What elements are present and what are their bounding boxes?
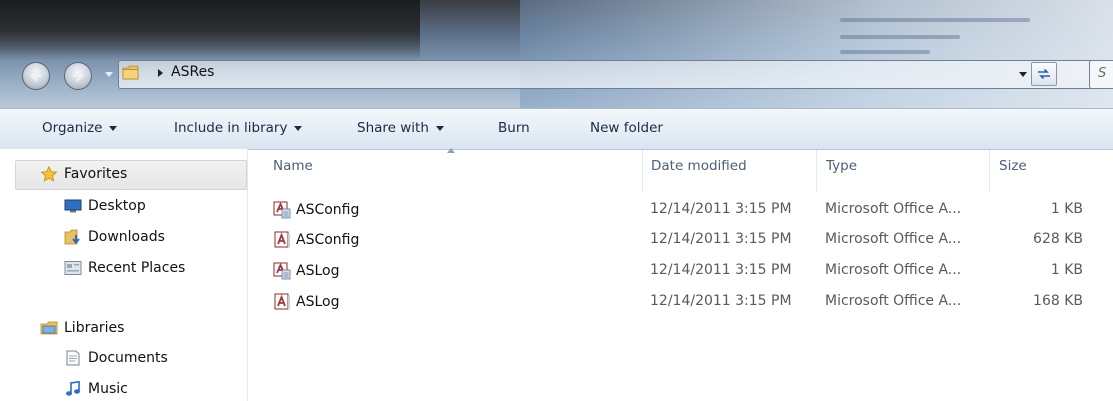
file-size: 168 KB — [1033, 293, 1083, 309]
explorer-window: ASRes S Organize Include in library Shar… — [0, 0, 1113, 401]
recent-places-icon — [64, 261, 82, 275]
nav-libraries[interactable]: Libraries — [40, 320, 124, 336]
nav-item-desktop[interactable]: Desktop — [64, 198, 146, 214]
file-type: Microsoft Office A... — [825, 293, 962, 309]
column-header-type[interactable]: Type — [826, 158, 857, 174]
file-type: Microsoft Office A... — [825, 262, 962, 278]
share-with-menu[interactable]: Share with — [357, 120, 444, 136]
include-in-library-label: Include in library — [174, 120, 288, 136]
forward-button[interactable] — [64, 62, 92, 90]
breadcrumb-item-asres[interactable]: ASRes — [171, 64, 214, 80]
file-size: 1 KB — [1050, 201, 1083, 217]
column-header-name[interactable]: Name — [273, 158, 313, 174]
arrow-left-icon — [30, 70, 41, 82]
access-shortcut-icon — [273, 262, 291, 280]
organize-menu[interactable]: Organize — [42, 120, 118, 136]
star-icon — [40, 166, 58, 182]
music-icon — [66, 381, 80, 396]
file-date: 12/14/2011 3:15 PM — [650, 293, 792, 309]
file-type: Microsoft Office A... — [825, 231, 962, 247]
file-date: 12/14/2011 3:15 PM — [650, 231, 792, 247]
file-date: 12/14/2011 3:15 PM — [650, 262, 792, 278]
access-shortcut-icon — [273, 201, 291, 219]
command-bar: Organize Include in library Share with B… — [0, 108, 1113, 150]
nav-item-documents[interactable]: Documents — [64, 350, 168, 366]
recent-pages-dropdown-icon[interactable] — [105, 72, 113, 77]
nav-item-recent-places[interactable]: Recent Places — [64, 260, 185, 276]
nav-item-label: Recent Places — [88, 260, 186, 276]
arrow-right-icon — [73, 70, 84, 82]
documents-icon — [66, 350, 80, 366]
address-bar[interactable] — [118, 60, 1113, 89]
column-divider[interactable] — [989, 150, 990, 192]
refresh-icon — [1038, 68, 1050, 80]
file-row[interactable]: ASConfig 12/14/2011 3:15 PM Microsoft Of… — [265, 196, 1113, 225]
desktop-icon — [64, 199, 82, 213]
file-name: ASConfig — [296, 232, 360, 248]
nav-item-label: Downloads — [88, 229, 165, 245]
nav-item-label: Desktop — [88, 198, 146, 214]
file-size: 1 KB — [1050, 262, 1083, 278]
new-folder-button[interactable]: New folder — [590, 120, 663, 136]
access-database-icon — [274, 231, 290, 248]
column-header-size[interactable]: Size — [999, 158, 1027, 174]
back-button[interactable] — [22, 62, 50, 90]
nav-libraries-label: Libraries — [64, 320, 125, 336]
chevron-down-icon — [294, 125, 303, 131]
sort-ascending-icon — [447, 148, 455, 153]
column-header-date-modified[interactable]: Date modified — [651, 158, 747, 174]
file-row[interactable]: ASConfig 12/14/2011 3:15 PM Microsoft Of… — [265, 226, 1113, 255]
column-divider[interactable] — [816, 150, 817, 192]
access-database-icon — [274, 293, 290, 310]
chevron-down-icon — [109, 125, 118, 131]
refresh-button[interactable] — [1031, 62, 1057, 86]
file-date: 12/14/2011 3:15 PM — [650, 201, 792, 217]
file-row[interactable]: ASLog 12/14/2011 3:15 PM Microsoft Offic… — [265, 257, 1113, 286]
nav-item-label: Documents — [88, 350, 168, 366]
file-name: ASLog — [296, 263, 340, 279]
file-name: ASConfig — [296, 202, 360, 218]
burn-button[interactable]: Burn — [498, 120, 530, 136]
title-bar-glass — [0, 0, 1113, 108]
breadcrumb-chevron-icon[interactable] — [158, 69, 163, 77]
nav-item-label: Music — [88, 381, 128, 397]
search-placeholder: S — [1098, 66, 1107, 81]
libraries-icon — [40, 321, 58, 335]
file-name: ASLog — [296, 294, 340, 310]
organize-label: Organize — [42, 120, 103, 136]
file-type: Microsoft Office A... — [825, 201, 962, 217]
address-dropdown-icon[interactable] — [1019, 72, 1027, 77]
chevron-down-icon — [435, 125, 444, 131]
downloads-folder-icon — [64, 229, 80, 245]
folder-icon — [122, 65, 139, 80]
share-with-label: Share with — [357, 120, 429, 136]
nav-favorites-label: Favorites — [64, 166, 128, 182]
nav-item-downloads[interactable]: Downloads — [64, 229, 165, 245]
column-divider[interactable] — [642, 150, 643, 192]
search-input[interactable]: S — [1089, 60, 1113, 89]
include-in-library-menu[interactable]: Include in library — [174, 120, 303, 136]
file-size: 628 KB — [1033, 231, 1083, 247]
nav-item-music[interactable]: Music — [64, 381, 128, 397]
file-row[interactable]: ASLog 12/14/2011 3:15 PM Microsoft Offic… — [265, 288, 1113, 317]
nav-favorites[interactable]: Favorites — [40, 166, 127, 182]
